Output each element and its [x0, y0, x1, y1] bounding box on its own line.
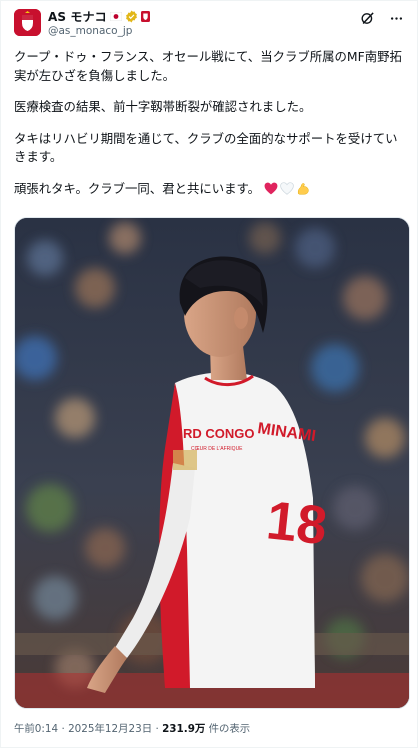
more-options-icon[interactable]	[389, 11, 404, 26]
tweet-header: AS モナコ @as_monaco_jp	[14, 7, 404, 41]
post-date[interactable]: 2025年12月23日	[68, 723, 152, 735]
tweet-paragraph: タキはリハビリ期間を通じて、クラブの全面的なサポートを受けていきます。	[14, 130, 398, 165]
avatar[interactable]	[14, 9, 41, 36]
account-names: AS モナコ @as_monaco_jp	[48, 8, 150, 37]
japan-flag-icon	[109, 11, 122, 21]
emoji-group	[264, 182, 310, 196]
handle[interactable]: @as_monaco_jp	[48, 25, 150, 37]
display-name[interactable]: AS モナコ	[48, 8, 107, 25]
white-heart-icon	[280, 182, 294, 195]
post-time[interactable]: 午前0:14	[14, 723, 58, 735]
jersey-number: 18	[264, 490, 330, 556]
views-count: 231.9万	[162, 723, 206, 735]
header-actions	[360, 11, 404, 26]
tweet-text: クープ・ドゥ・フランス、オセール戦にて、当クラブ所属のMF南野拓実が左ひざを負傷…	[14, 48, 407, 198]
club-crest-badge-icon[interactable]	[140, 10, 150, 22]
views-label: 件の表示	[208, 723, 251, 735]
tweet-photo[interactable]: RD CONGO CŒUR DE L'AFRIQUE MINAMI 18	[14, 217, 410, 709]
club-crest-icon	[14, 9, 41, 36]
red-heart-icon	[264, 182, 278, 195]
jersey-sponsor: RD CONGO	[183, 426, 255, 441]
flexed-biceps-icon	[298, 183, 309, 195]
tweet-paragraph: 頑張れタキ。クラブ一同、君と共にいます。	[14, 180, 261, 196]
gold-verified-badge-icon[interactable]	[125, 10, 138, 23]
grok-icon[interactable]	[360, 11, 375, 26]
tweet-card: AS モナコ @as_monaco_jp クープ・ドゥ・フランス、オセール戦にて…	[0, 0, 418, 748]
player-photo: RD CONGO CŒUR DE L'AFRIQUE MINAMI 18	[15, 218, 409, 708]
meta-separator: ·	[155, 723, 159, 735]
tweet-meta: 午前0:14 · 2025年12月23日 · 231.9万 件の表示	[14, 720, 250, 735]
jersey-tagline: CŒUR DE L'AFRIQUE	[191, 446, 243, 452]
tweet-paragraph: クープ・ドゥ・フランス、オセール戦にて、当クラブ所属のMF南野拓実が左ひざを負傷…	[14, 49, 402, 83]
meta-separator: ·	[61, 723, 65, 735]
tweet-paragraph: 医療検査の結果、前十字靱帯断裂が確認されました。	[14, 99, 312, 114]
tweet-paragraph-last: 頑張れタキ。クラブ一同、君と共にいます。	[14, 180, 407, 199]
